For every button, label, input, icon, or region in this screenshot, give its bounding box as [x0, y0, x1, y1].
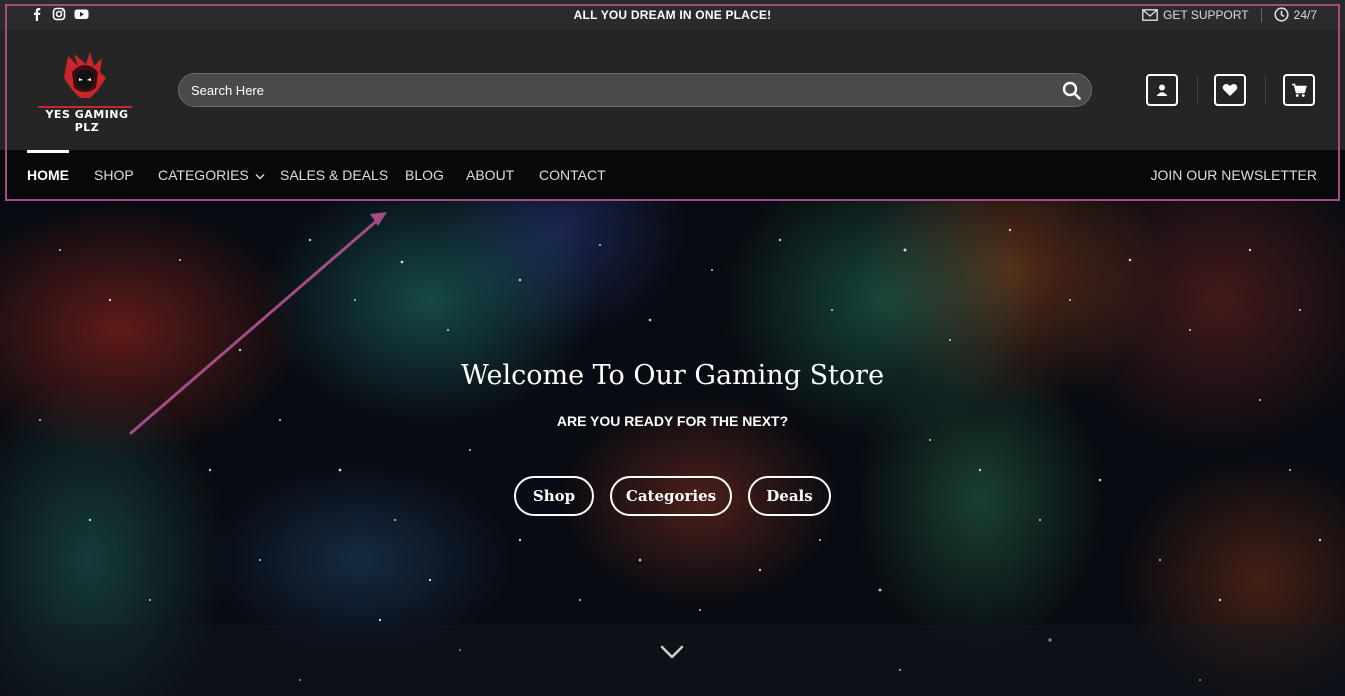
chevron-down-icon	[255, 174, 265, 180]
hero-subtitle: ARE YOU READY FOR THE NEXT?	[556, 413, 789, 429]
hero-title: Welcome To Our Gaming Store	[460, 360, 885, 391]
nav-item-blog[interactable]: BLOG	[405, 167, 444, 183]
user-icon	[1156, 84, 1168, 96]
header: YES GAMING PLZ	[0, 30, 1345, 150]
nav-item-contact[interactable]: CONTACT	[539, 167, 606, 183]
support-area: GET SUPPORT 24/7	[1142, 7, 1317, 22]
wishlist-button[interactable]	[1214, 74, 1246, 106]
nav-item-categories-label: CATEGORIES	[158, 167, 249, 183]
header-divider	[1265, 76, 1266, 104]
header-divider	[1197, 76, 1198, 104]
get-support-link[interactable]: GET SUPPORT	[1163, 8, 1249, 22]
nav-active-indicator	[27, 150, 69, 153]
categories-button[interactable]: Categories	[610, 476, 732, 516]
heart-icon	[1222, 84, 1238, 96]
newsletter-link[interactable]: JOIN OUR NEWSLETTER	[1151, 167, 1317, 183]
site-logo[interactable]: YES GAMING PLZ	[28, 48, 142, 134]
search-input[interactable]	[189, 82, 1043, 99]
hero-bottom-strip	[0, 625, 1345, 696]
clock-icon	[1274, 7, 1289, 22]
hours-label: 24/7	[1293, 7, 1317, 22]
nav-item-home[interactable]: HOME	[27, 167, 69, 183]
cart-icon	[1292, 83, 1307, 97]
nav-item-shop[interactable]: SHOP	[94, 167, 134, 183]
main-nav: HOME SHOP CATEGORIES SALES & DEALS BLOG …	[0, 150, 1345, 200]
top-bar: ALL YOU DREAM IN ONE PLACE! GET SUPPORT …	[0, 0, 1345, 30]
search-icon[interactable]	[1062, 81, 1081, 100]
hooded-figure-icon	[38, 52, 132, 108]
cart-button[interactable]	[1283, 74, 1315, 106]
nav-item-about[interactable]: ABOUT	[466, 167, 514, 183]
search-bar	[178, 73, 1092, 107]
account-button[interactable]	[1146, 74, 1178, 106]
shop-button[interactable]: Shop	[514, 476, 594, 516]
mail-icon	[1142, 8, 1158, 21]
nav-item-sales-deals[interactable]: SALES & DEALS	[280, 167, 388, 183]
logo-text: YES GAMING PLZ	[45, 108, 129, 134]
support-divider	[1260, 7, 1262, 22]
nav-item-categories[interactable]: CATEGORIES	[158, 167, 265, 183]
scroll-down-icon[interactable]	[660, 645, 684, 660]
deals-button[interactable]: Deals	[748, 476, 831, 516]
